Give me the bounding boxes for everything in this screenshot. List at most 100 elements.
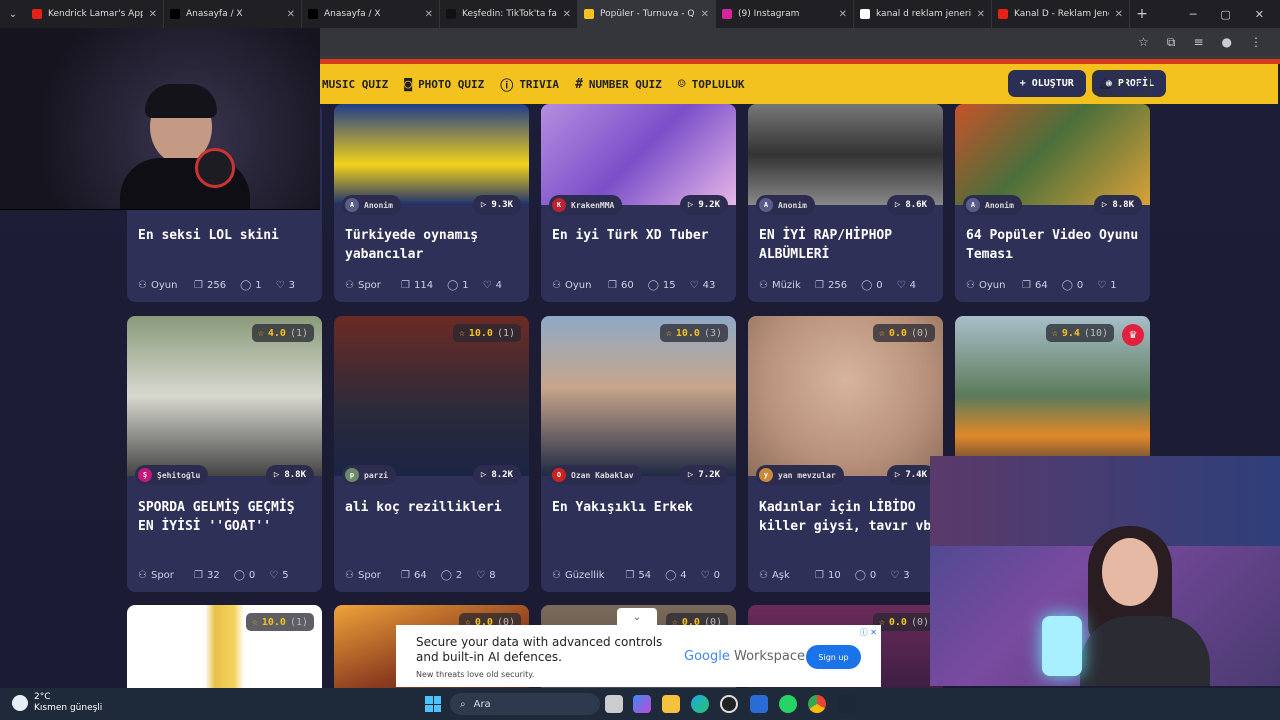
ad-info-icon[interactable]: ⓘ ✕: [860, 627, 877, 638]
quiz-question-count: 114: [413, 280, 434, 291]
comment-icon: ◯: [440, 570, 452, 581]
quiz-question-count: 256: [827, 280, 848, 291]
profile-avatar-icon[interactable]: ●: [1222, 35, 1232, 49]
browser-tab[interactable]: Popüler - Turnuva - Quiz ✕: [578, 0, 716, 28]
quiz-plays: ▷ 7.2K: [679, 465, 728, 485]
quiz-meta: ⚇ Oyun ❐ 60 ◯ 15 ♡ 43: [552, 280, 730, 291]
quiz-card[interactable]: ☆ 10.0 (1): [127, 605, 322, 688]
category-icon: ⚇: [759, 570, 768, 581]
quiz-plays: ▷ 8.8K: [265, 465, 314, 485]
quiz-card[interactable]: ☆ 10.0 (3) O Ozan Kabaklav ▷ 7.2K En Yakışık…: [541, 316, 736, 592]
author-name: parzi: [364, 470, 389, 480]
quiz-rating: ☆ 0.0 (0): [872, 324, 935, 342]
author-name: Şehitoğlu: [157, 470, 201, 480]
browser-tab[interactable]: Kendrick Lamar's Apple M ✕: [26, 0, 164, 28]
rating-count: (1): [496, 327, 515, 339]
tab-close-icon[interactable]: ✕: [149, 9, 157, 20]
browser-tab[interactable]: Anasayfa / X ✕: [302, 0, 440, 28]
search-icon[interactable]: ⌕: [1124, 70, 1150, 96]
quiz-meta: ⚇ Aşk ❐ 10 ◯ 0 ♡ 3: [759, 570, 937, 581]
edge-icon[interactable]: [691, 695, 709, 713]
steam-icon[interactable]: [838, 695, 856, 713]
quiz-card[interactable]: A Anonim ▷ 8.8K 64 Popüler Video Oyunu Tem…: [955, 104, 1150, 302]
quiz-card[interactable]: A Anonim ▷ 8.6K EN İYİ RAP/HİPHOP ALBÜMLER…: [748, 104, 943, 302]
tab-close-icon[interactable]: ✕: [1115, 9, 1123, 20]
tab-close-icon[interactable]: ✕: [977, 9, 985, 20]
quiz-question-count: 256: [206, 280, 227, 291]
quiz-card[interactable]: A Anonim ▷ 9.3K Türkiyede oynamış yabancıl…: [334, 104, 529, 302]
rating-count: (3): [703, 327, 722, 339]
star-icon: ☆: [665, 327, 672, 339]
copilot-icon[interactable]: [633, 695, 651, 713]
nav-photo-quiz[interactable]: ◙ PHOTO QUIZ: [404, 77, 484, 92]
quiz-meta: ⚇ Güzellik ❐ 54 ◯ 4 ♡ 0: [552, 570, 730, 581]
minimize-icon[interactable]: ─: [1190, 8, 1197, 21]
store-icon[interactable]: [750, 695, 768, 713]
tab-favicon-icon: [32, 9, 42, 19]
quiz-category: Spor: [357, 570, 381, 581]
window-controls: ─ ▢ ✕: [1190, 8, 1280, 21]
file-explorer-icon[interactable]: [662, 695, 680, 713]
windows-start-icon[interactable]: [425, 696, 441, 712]
comment-icon: ◯: [647, 280, 659, 291]
bookmark-star-icon[interactable]: ☆: [1138, 35, 1149, 49]
ad-banner[interactable]: Secure your data with advanced controls …: [396, 625, 881, 687]
nav-trivia[interactable]: ⓘ TRIVIA: [500, 75, 559, 94]
nav-music-quiz[interactable]: MUSIC QUIZ: [322, 78, 388, 91]
taskbar-search[interactable]: ⌕ Ara: [450, 693, 600, 715]
author-name: Ozan Kabaklav: [571, 470, 634, 480]
tab-close-icon[interactable]: ✕: [563, 9, 571, 20]
browser-tab[interactable]: Kanal D - Reklam Jeneriği ✕: [992, 0, 1130, 28]
browser-tab[interactable]: Keşfedin: TikTok'ta favori ✕: [440, 0, 578, 28]
ad-collapse-button[interactable]: ⌄: [617, 608, 657, 626]
heart-icon: ♡: [476, 570, 486, 581]
quiz-card[interactable]: ☆ 10.0 (1) p parzi ▷ 8.2K ali koç rezillikle…: [334, 316, 529, 592]
notification-bell-icon[interactable]: 🔔︎: [1092, 70, 1118, 96]
weather-temperature: 2°C: [34, 692, 51, 702]
tab-search-button[interactable]: ⌄: [0, 0, 26, 28]
tab-close-icon[interactable]: ✕: [425, 9, 433, 20]
star-icon: ☆: [251, 616, 258, 628]
browser-tab[interactable]: (9) Instagram ✕: [716, 0, 854, 28]
quiz-card[interactable]: ☆ 0.0 (0) y yan mevzular ▷ 7.4K Kadınlar içi…: [748, 316, 943, 592]
browser-menu-icon[interactable]: ⋮: [1250, 35, 1262, 49]
heart-icon: ♡: [896, 280, 906, 291]
tab-close-icon[interactable]: ✕: [839, 9, 847, 20]
quiz-title: SPORDA GELMİŞ GEÇMİŞ EN İYİSİ ''GOAT'': [138, 500, 295, 534]
quiz-author: y yan mevzular: [756, 465, 844, 485]
quiz-category: Güzellik: [564, 570, 605, 581]
close-window-icon[interactable]: ✕: [1255, 8, 1264, 21]
quiz-title: Kadınlar için LİBİDO killer giysi, tavır…: [759, 500, 932, 534]
comment-icon: ◯: [665, 570, 677, 581]
chrome-icon[interactable]: [808, 695, 826, 713]
nav-topluluk[interactable]: ☺ TOPLULUK: [678, 77, 745, 92]
quiz-card[interactable]: ☆ 4.0 (1) Ş Şehitoğlu ▷ 8.8K SPORDA GELMİŞ G…: [127, 316, 322, 592]
task-view-icon[interactable]: [605, 695, 623, 713]
play-count: 7.4K: [905, 470, 927, 480]
category-icon: ⚇: [138, 280, 147, 291]
nav-number-quiz[interactable]: # NUMBER QUIZ: [575, 77, 662, 92]
ad-signup-button[interactable]: Sign up: [806, 645, 861, 669]
heart-icon: ♡: [275, 280, 285, 291]
questions-icon: ❐: [608, 280, 617, 291]
extensions-icon[interactable]: ⧉: [1167, 35, 1176, 50]
new-tab-button[interactable]: +: [1130, 6, 1154, 22]
questions-icon: ❐: [401, 570, 410, 581]
app-icon[interactable]: [720, 695, 738, 713]
quiz-like-count: 3: [288, 280, 295, 291]
whatsapp-icon[interactable]: [779, 695, 797, 713]
maximize-icon[interactable]: ▢: [1220, 8, 1230, 21]
reading-list-icon[interactable]: ≡: [1193, 35, 1203, 49]
browser-tab[interactable]: kanal d reklam jeneriği - C ✕: [854, 0, 992, 28]
questions-icon: ❐: [194, 570, 203, 581]
weather-widget[interactable]: 2°C Kısmen güneşli: [12, 692, 102, 714]
questions-icon: ❐: [1022, 280, 1031, 291]
create-button[interactable]: + OLUŞTUR: [1007, 70, 1086, 97]
quiz-card[interactable]: K KrakenMMA ▷ 9.2K En iyi Türk XD Tuber ⚇ O…: [541, 104, 736, 302]
tab-close-icon[interactable]: ✕: [287, 9, 295, 20]
tab-close-icon[interactable]: ✕: [701, 9, 709, 20]
weather-condition: Kısmen güneşli: [34, 703, 103, 713]
quiz-like-count: 0: [713, 570, 720, 581]
star-icon: ☆: [878, 327, 885, 339]
browser-tab[interactable]: Anasayfa / X ✕: [164, 0, 302, 28]
